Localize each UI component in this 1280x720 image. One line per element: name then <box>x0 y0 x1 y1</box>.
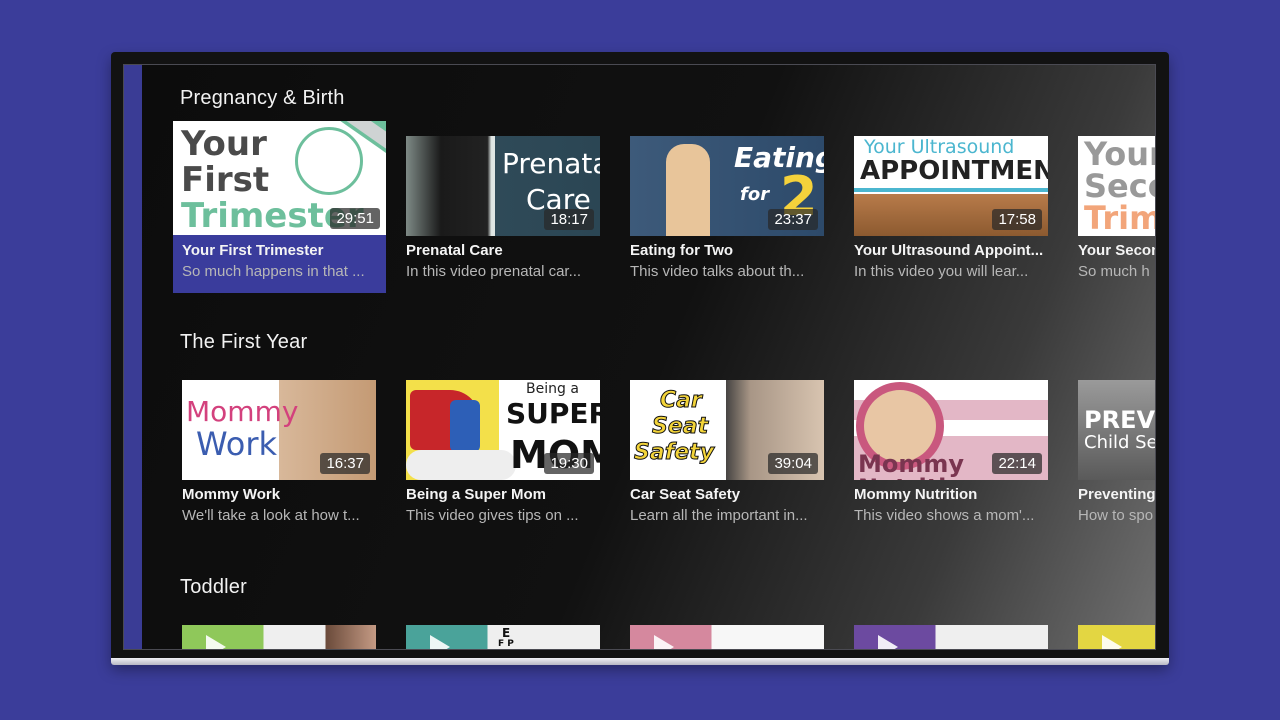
thumb-text: APPOINTMENT <box>860 156 1048 186</box>
thumb-text: Prenatal <box>502 147 600 180</box>
thumb-text: Your Ultrasound <box>864 136 1015 158</box>
play-icon <box>878 635 898 649</box>
tile-title: Mommy Work <box>182 486 281 503</box>
thumb-text: Seat <box>651 414 709 439</box>
thumb-text: Your <box>1084 136 1155 173</box>
video-tile-mommy-work[interactable]: Mommy Work 16:37 Mommy Work We'll take a… <box>182 380 394 540</box>
tile-title: Car Seat Safety <box>630 486 741 503</box>
thumbnail: Eating for 2 23:37 <box>630 136 824 236</box>
duration-badge: 18:17 <box>544 209 594 230</box>
thumbnail: Prenatal Care 18:17 <box>406 136 600 236</box>
tile-title: Prenatal Care <box>406 242 503 259</box>
thumbnail: Being a SUPER MOM 19:30 <box>406 380 600 480</box>
thumb-text: Your <box>181 124 267 164</box>
thumb-text: Work <box>196 425 278 463</box>
tile-description: This video shows a mom'... <box>854 507 1035 524</box>
thumbnail: E F P <box>406 625 600 649</box>
thumb-text: Safety <box>633 440 715 465</box>
thumbnail: Your Ultrasound APPOINTMENT 17:58 <box>854 136 1048 236</box>
tile-description: So much happens in that ... <box>182 263 365 280</box>
tile-title: Mommy Nutrition <box>854 486 978 503</box>
video-tile-being-a-super-mom[interactable]: Being a SUPER MOM 19:30 Being a Super Mo… <box>406 380 618 540</box>
thumbnail: PREVENT Child Sexua <box>1078 380 1156 480</box>
thumbnail <box>1078 625 1155 649</box>
thumb-text: E <box>502 626 511 640</box>
thumb-text: First <box>181 160 270 200</box>
row-title-toddler: Toddler <box>180 576 247 598</box>
tile-description: So much h <box>1078 263 1150 280</box>
duration-badge: 22:14 <box>992 453 1042 474</box>
thumbnail <box>182 625 376 649</box>
play-icon <box>654 635 674 649</box>
thumbnail: Mommy Work 16:37 <box>182 380 376 480</box>
video-tile-toddler-5[interactable] <box>1078 625 1155 649</box>
tile-description: This video gives tips on ... <box>406 507 579 524</box>
tile-description: In this video you will lear... <box>854 263 1029 280</box>
video-tile-toddler-4[interactable] <box>854 625 1066 649</box>
play-icon <box>430 635 450 649</box>
tile-title: Eating for Two <box>630 242 734 259</box>
video-tile-preventing[interactable]: PREVENT Child Sexua Preventing How to sp… <box>1078 380 1156 540</box>
duration-badge: 16:37 <box>320 453 370 474</box>
thumbnail: Your First Trimester 29:51 <box>173 121 386 235</box>
tile-title: Your Ultrasound Appoint... <box>854 242 1044 259</box>
video-tile-your-second-trimester[interactable]: Your Seco Trim Your Secon So much h <box>1078 136 1156 296</box>
video-tile-your-ultrasound-appointment[interactable]: Your Ultrasound APPOINTMENT 17:58 Your U… <box>854 136 1066 296</box>
thumb-text: Seco <box>1084 167 1155 205</box>
tile-description: In this video prenatal car... <box>406 263 582 280</box>
video-tile-car-seat-safety[interactable]: Car Seat Safety 39:04 Car Seat Safety Le… <box>630 380 842 540</box>
side-nav-rail[interactable] <box>124 65 142 649</box>
tile-description: We'll take a look at how t... <box>182 507 360 524</box>
tile-title: Preventing <box>1078 486 1156 503</box>
thumb-text: Child Sexua <box>1084 432 1156 453</box>
tile-description: This video talks about th... <box>630 263 805 280</box>
thumbnail: Your Seco Trim <box>1078 136 1156 236</box>
tile-description: How to spo <box>1078 507 1154 524</box>
video-tile-mommy-nutrition[interactable]: Mommy Nutrition 22:14 Mommy Nutrition Th… <box>854 380 1066 540</box>
tile-title: Being a Super Mom <box>406 486 547 503</box>
tile-description: Learn all the important in... <box>630 507 808 524</box>
duration-badge: 17:58 <box>992 209 1042 230</box>
thumb-text: SUPER <box>506 397 600 430</box>
video-tile-toddler-2[interactable]: E F P <box>406 625 618 649</box>
video-tile-your-first-trimester[interactable]: Your First Trimester 29:51 Your First Tr… <box>173 121 394 296</box>
row-title-pregnancy-birth: Pregnancy & Birth <box>180 87 345 109</box>
play-icon <box>206 635 226 649</box>
thumbnail: Mommy Nutrition 22:14 <box>854 380 1048 480</box>
thumbnail <box>854 625 1048 649</box>
thumb-text: PREVENT <box>1084 406 1156 434</box>
tv-stand <box>111 658 1169 665</box>
thumb-text: Being a <box>526 381 579 397</box>
play-icon <box>1102 635 1122 649</box>
video-tile-prenatal-care[interactable]: Prenatal Care 18:17 Prenatal Care In thi… <box>406 136 618 296</box>
thumb-text: for <box>740 184 770 205</box>
thumb-text: Mommy <box>186 395 299 428</box>
thumb-text: Trim <box>1084 199 1156 236</box>
row-title-the-first-year: The First Year <box>180 331 308 353</box>
duration-badge: 29:51 <box>330 208 380 229</box>
duration-badge: 19:30 <box>544 453 594 474</box>
video-tile-toddler-3[interactable] <box>630 625 842 649</box>
duration-badge: 23:37 <box>768 209 818 230</box>
video-tile-eating-for-two[interactable]: Eating for 2 23:37 Eating for Two This v… <box>630 136 842 296</box>
thumb-text: Car <box>660 388 703 413</box>
duration-badge: 39:04 <box>768 453 818 474</box>
thumbnail: Car Seat Safety 39:04 <box>630 380 824 480</box>
tile-title: Your Secon <box>1078 242 1156 259</box>
tile-title: Your First Trimester <box>182 242 324 259</box>
thumb-text: F P <box>498 639 514 649</box>
thumbnail <box>630 625 824 649</box>
tv-screen: Pregnancy & Birth Your First Trimester 2… <box>123 64 1156 650</box>
video-tile-toddler-1[interactable] <box>182 625 394 649</box>
